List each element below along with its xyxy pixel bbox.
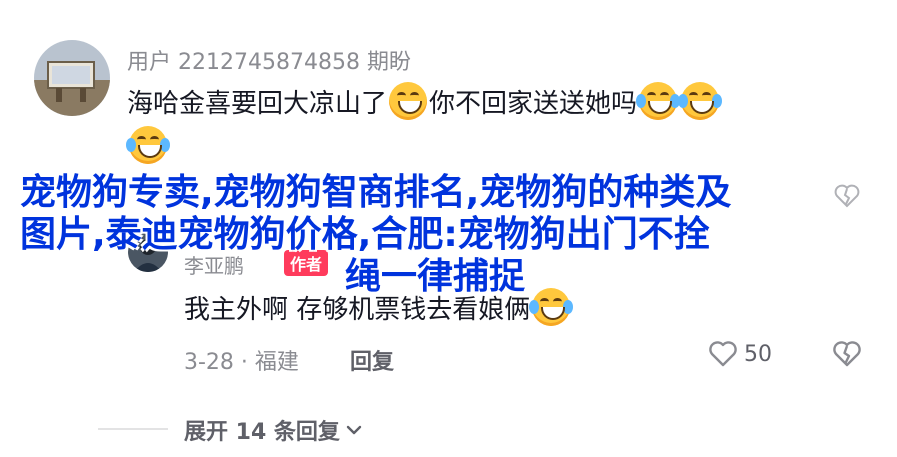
- reply-text-content: 我主外啊 存够机票钱去看娘俩: [184, 294, 531, 325]
- broken-heart-icon[interactable]: [832, 340, 862, 368]
- tears-of-joy-icon: [636, 82, 681, 120]
- tears-of-joy-icon: [678, 82, 723, 120]
- overlay-headline-line1: 宠物狗专卖,宠物狗智商排名,宠物狗的种类及: [20, 172, 732, 213]
- reply-button[interactable]: 回复: [350, 344, 394, 376]
- expand-replies-button[interactable]: 展开 14 条回复: [184, 414, 364, 446]
- expand-divider: [98, 428, 168, 430]
- avatar[interactable]: [34, 40, 110, 116]
- tears-of-joy-icon: [529, 288, 574, 326]
- comment-username[interactable]: 用户 2212745874858 期盼: [127, 44, 411, 76]
- like-count: 50: [744, 341, 772, 367]
- reply-text: 我主外啊 存够机票钱去看娘俩: [184, 288, 574, 326]
- expand-replies-label: 展开 14 条回复: [184, 420, 340, 445]
- broken-heart-icon[interactable]: [834, 184, 860, 208]
- reply-date-location: 3-28 · 福建: [184, 350, 299, 375]
- like-button[interactable]: 50: [708, 340, 772, 368]
- grinning-face-icon: [389, 82, 428, 120]
- avatar-photo: [34, 40, 110, 116]
- comment-text: 海哈金喜要回大凉山了 你不回家送送她吗: [127, 82, 867, 120]
- heart-outline-icon: [709, 341, 737, 367]
- overlay-headline-line2: 图片,泰迪宠物狗价格,合肥:宠物狗出门不拴: [20, 214, 710, 255]
- chevron-down-icon: [346, 425, 362, 435]
- comment-text-part1: 海哈金喜要回大凉山了: [127, 88, 388, 119]
- tears-of-joy-icon: [126, 126, 170, 164]
- comment-text-part2: 你不回家送送她吗: [429, 88, 638, 119]
- comment-emoji-line: [126, 126, 170, 164]
